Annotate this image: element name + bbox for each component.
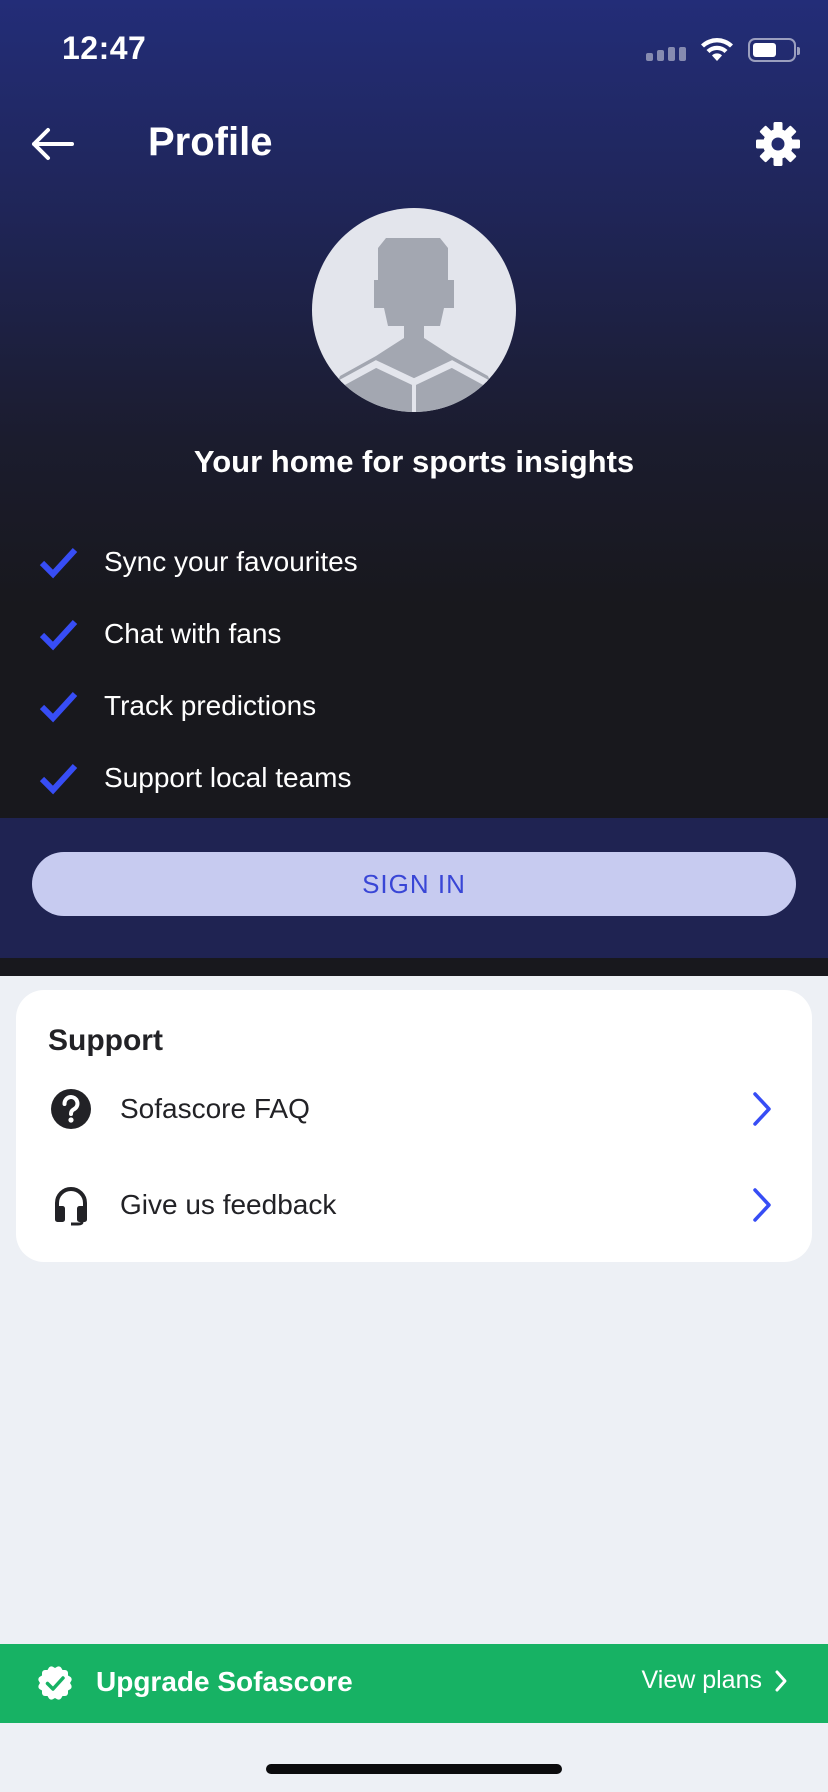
checkmark-icon bbox=[39, 619, 78, 651]
chevron-right-icon bbox=[753, 1092, 771, 1126]
support-item-label: Sofascore FAQ bbox=[120, 1093, 310, 1124]
feature-item: Track predictions bbox=[38, 670, 358, 742]
feature-label: Chat with fans bbox=[104, 618, 282, 649]
settings-button[interactable] bbox=[754, 120, 802, 168]
support-item-faq[interactable]: Sofascore FAQ bbox=[16, 1066, 812, 1152]
home-indicator[interactable] bbox=[266, 1764, 562, 1774]
status-icons bbox=[646, 36, 800, 64]
support-item-feedback[interactable]: Give us feedback bbox=[16, 1162, 812, 1248]
cellular-signal-icon bbox=[646, 39, 686, 61]
verified-badge-icon bbox=[38, 1666, 72, 1700]
feature-label: Track predictions bbox=[104, 690, 317, 721]
sign-in-section: SIGN IN bbox=[0, 818, 828, 958]
status-time: 12:47 bbox=[62, 30, 147, 66]
view-plans-label: View plans bbox=[641, 1666, 762, 1694]
chevron-right-icon bbox=[775, 1670, 787, 1691]
support-heading: Support bbox=[48, 1024, 163, 1057]
battery-icon bbox=[748, 38, 800, 62]
checkmark-icon bbox=[39, 547, 78, 579]
arrow-left-icon bbox=[32, 128, 74, 160]
support-item-label: Give us feedback bbox=[120, 1189, 337, 1220]
avatar bbox=[312, 208, 516, 412]
headset-icon bbox=[55, 1187, 87, 1226]
feature-list: Sync your favourites Chat with fans Trac… bbox=[38, 526, 358, 814]
feature-item: Sync your favourites bbox=[38, 526, 358, 598]
feature-item: Chat with fans bbox=[38, 598, 358, 670]
wifi-icon bbox=[701, 38, 733, 61]
upgrade-label: Upgrade Sofascore bbox=[96, 1666, 353, 1697]
feature-label: Support local teams bbox=[104, 762, 352, 793]
hero-tagline: Your home for sports insights bbox=[193, 444, 635, 479]
view-plans-link[interactable]: View plans bbox=[642, 1666, 788, 1695]
feature-label: Sync your favourites bbox=[104, 546, 358, 577]
support-card: Support Sofascore FAQ Give us feedback bbox=[16, 990, 812, 1262]
checkmark-icon bbox=[39, 763, 78, 795]
feature-item: Support local teams bbox=[38, 742, 358, 814]
page-title: Profile bbox=[148, 120, 273, 164]
user-placeholder-icon bbox=[326, 238, 502, 412]
help-circle-icon bbox=[51, 1089, 91, 1129]
sign-in-button[interactable]: SIGN IN bbox=[32, 852, 796, 916]
upgrade-banner[interactable]: Upgrade Sofascore View plans bbox=[0, 1644, 828, 1723]
gear-icon bbox=[756, 122, 800, 166]
status-bar: 12:47 bbox=[0, 0, 828, 100]
top-app-bar: Profile bbox=[0, 100, 828, 190]
back-button[interactable] bbox=[26, 120, 78, 168]
checkmark-icon bbox=[39, 691, 78, 723]
chevron-right-icon bbox=[753, 1188, 771, 1222]
